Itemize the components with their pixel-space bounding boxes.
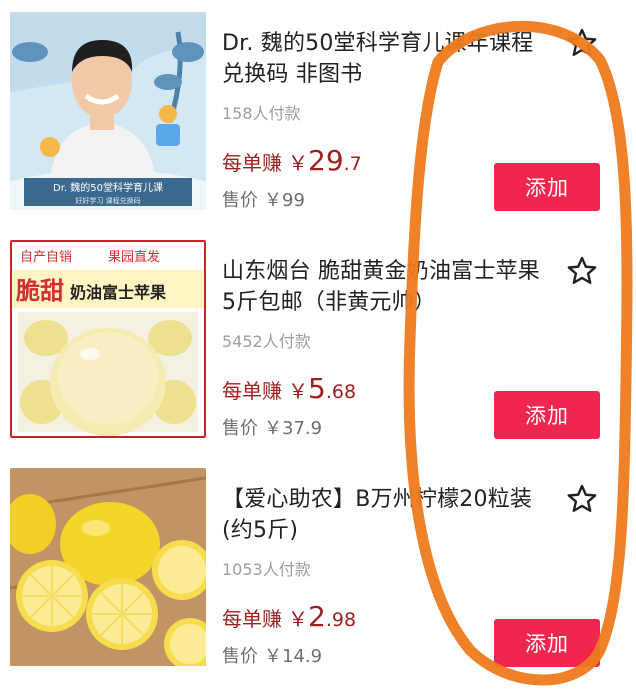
add-button[interactable]: 添加 — [494, 619, 600, 667]
buyer-count: 158人付款 — [222, 104, 301, 123]
earning-currency: ￥ — [288, 379, 308, 403]
earning-integer: 29 — [308, 144, 344, 177]
thumbnail-tag-right: 果园直发 — [108, 249, 160, 265]
thumbnail-caption: Dr. 魏的50堂科学育儿课 — [53, 181, 163, 194]
product-title[interactable]: 【爱心助农】B万州柠檬20粒装(约5斤) — [222, 484, 552, 546]
product-thumbnail[interactable] — [10, 468, 206, 666]
product-item[interactable]: Dr. 魏的50堂科学育儿课 好好学习 课程兑换码 Dr. 魏的50堂科学育儿课… — [0, 0, 636, 228]
product-title[interactable]: 山东烟台 脆甜黄金奶油富士苹果 5斤包邮（非黄元帅） — [222, 256, 552, 318]
price-value: ￥99 — [264, 190, 305, 211]
product-thumbnail[interactable]: Dr. 魏的50堂科学育儿课 好好学习 课程兑换码 — [10, 12, 206, 210]
add-button[interactable]: 添加 — [494, 391, 600, 439]
price-label: 售价 — [222, 190, 258, 211]
earning-per-order: 每单赚 ￥29.7 — [222, 144, 362, 177]
product-item[interactable]: 【爱心助农】B万州柠檬20粒装(约5斤) 1053人付款 每单赚 ￥2.98 售价… — [0, 456, 636, 684]
earning-currency: ￥ — [288, 151, 308, 175]
buyer-count: 5452人付款 — [222, 332, 311, 351]
price-label: 售价 — [222, 418, 258, 439]
thumbnail-headline: 脆甜 — [15, 277, 64, 305]
price-value: ￥37.9 — [264, 418, 323, 439]
product-item[interactable]: 自产自销 果园直发 脆甜 奶油富士苹果 山东烟台 脆甜黄金奶油富士苹果 5斤包邮… — [0, 228, 636, 456]
sale-price: 售价 ￥14.9 — [222, 642, 322, 668]
earning-integer: 5 — [308, 372, 326, 405]
earning-currency: ￥ — [288, 607, 308, 631]
sale-price: 售价 ￥99 — [222, 186, 305, 212]
buyer-count: 1053人付款 — [222, 560, 311, 579]
sale-price: 售价 ￥37.9 — [222, 414, 322, 440]
product-title[interactable]: Dr. 魏的50堂科学育儿课年课程兑换码 非图书 — [222, 28, 552, 90]
star-outline-icon[interactable] — [565, 482, 599, 516]
earning-label: 每单赚 — [222, 607, 282, 631]
earning-decimal: .68 — [325, 381, 357, 403]
earning-per-order: 每单赚 ￥5.68 — [222, 372, 356, 405]
earning-label: 每单赚 — [222, 151, 282, 175]
thumbnail-tag-left: 自产自销 — [20, 250, 72, 265]
product-thumbnail[interactable]: 自产自销 果园直发 脆甜 奶油富士苹果 — [10, 240, 206, 438]
thumbnail-subcaption: 好好学习 课程兑换码 — [75, 196, 140, 205]
earning-decimal: .98 — [325, 609, 357, 631]
earning-integer: 2 — [308, 600, 326, 633]
earning-decimal: .7 — [343, 153, 362, 175]
star-outline-icon[interactable] — [565, 26, 599, 60]
add-button[interactable]: 添加 — [494, 163, 600, 211]
earning-per-order: 每单赚 ￥2.98 — [222, 600, 356, 633]
earning-label: 每单赚 — [222, 379, 282, 403]
thumbnail-subheadline: 奶油富士苹果 — [70, 283, 166, 302]
star-outline-icon[interactable] — [565, 254, 599, 288]
price-value: ￥14.9 — [264, 646, 323, 667]
price-label: 售价 — [222, 646, 258, 667]
